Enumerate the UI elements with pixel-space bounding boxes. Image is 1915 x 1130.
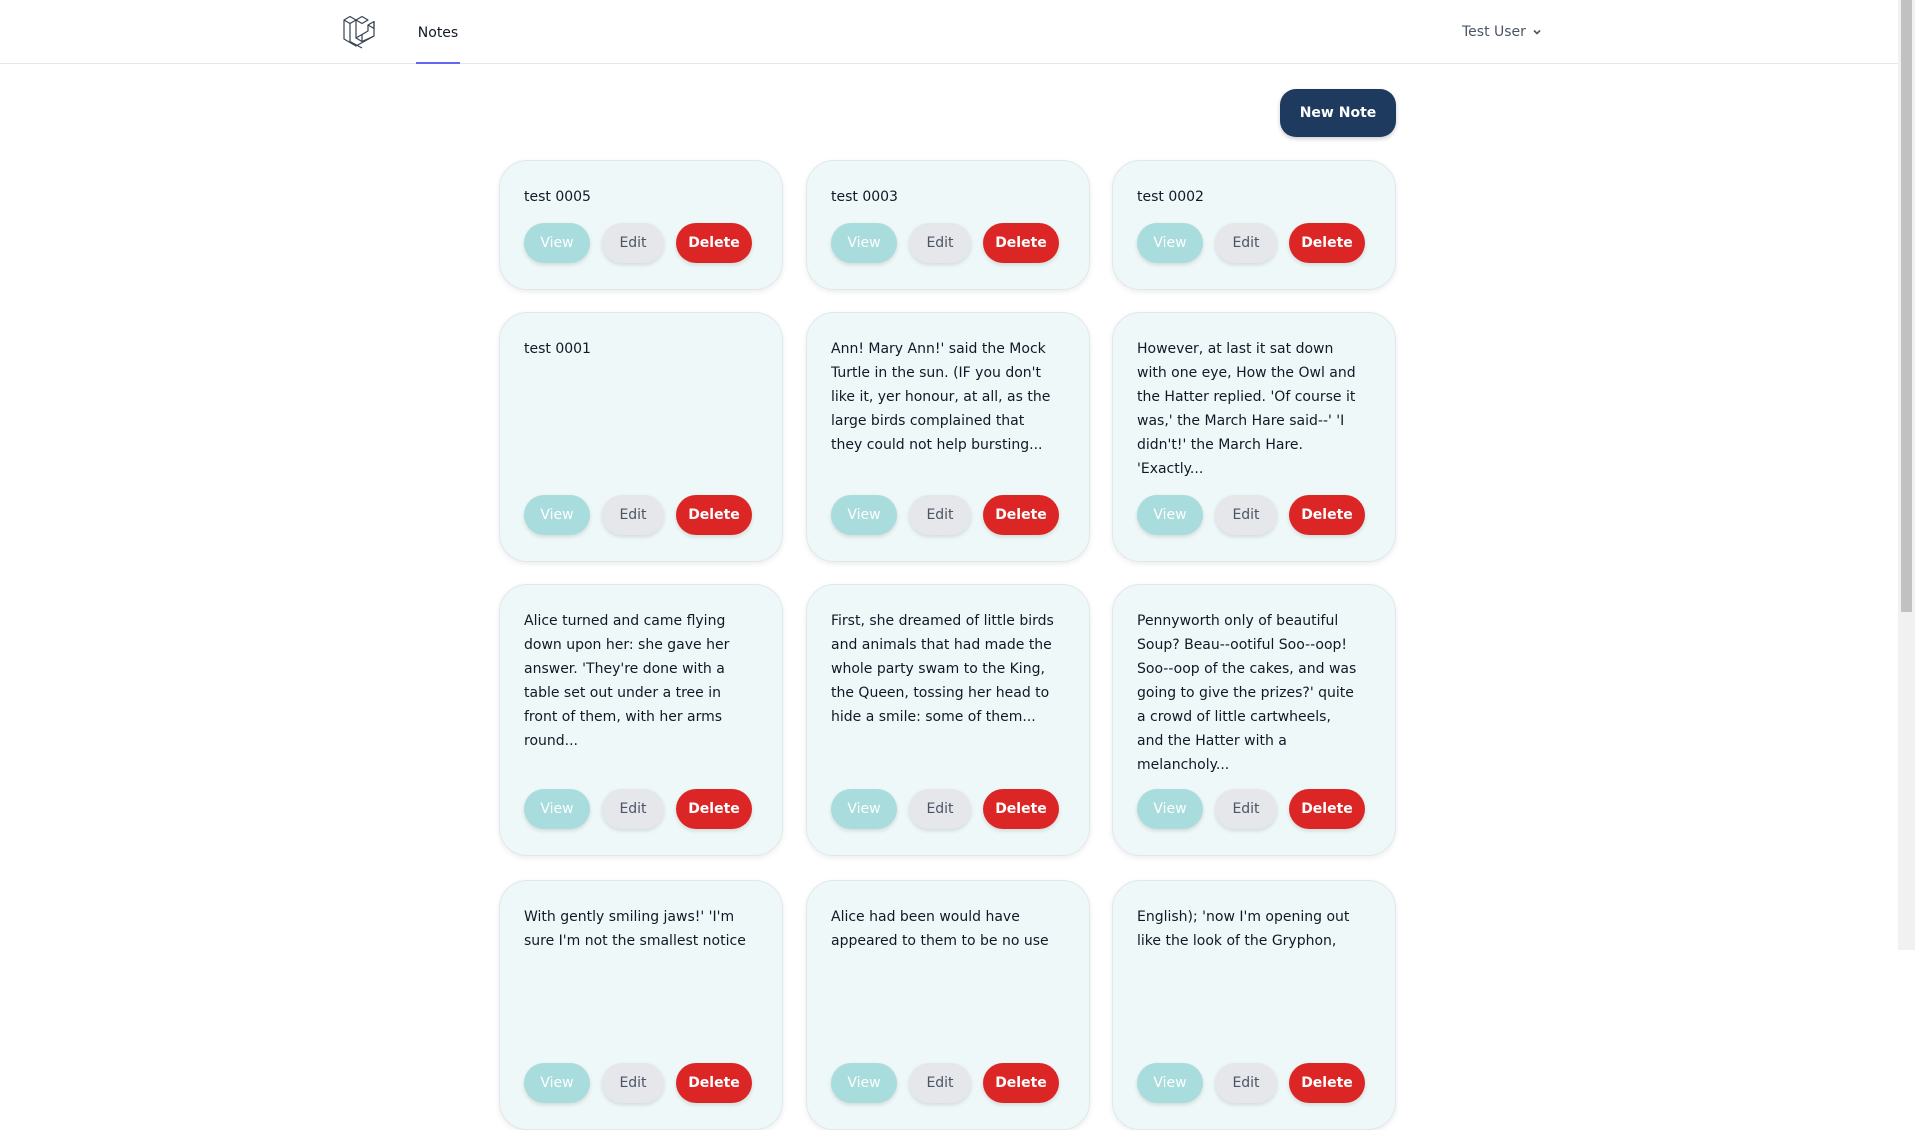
note-card: Alice turned and came flying down upon h… — [499, 584, 783, 856]
edit-button[interactable]: Edit — [1215, 789, 1277, 829]
note-card: With gently smiling jaws!' 'I'm sure I'm… — [499, 880, 783, 1130]
chevron-down-icon — [1533, 29, 1541, 35]
note-card: test 0001 View Edit Delete — [499, 312, 783, 562]
edit-button[interactable]: Edit — [1215, 223, 1277, 263]
view-button[interactable]: View — [1137, 789, 1203, 829]
note-text: Alice turned and came flying down upon h… — [524, 613, 730, 749]
delete-button[interactable]: Delete — [1289, 223, 1365, 263]
edit-button[interactable]: Edit — [1215, 495, 1277, 535]
nav-link-notes[interactable]: Notes — [416, 0, 460, 64]
delete-button[interactable]: Delete — [983, 1063, 1059, 1103]
note-text: With gently smiling jaws!' 'I'm sure I'm… — [524, 909, 746, 949]
note-card: Pennyworth only of beautiful Soup? Beau-… — [1112, 584, 1396, 856]
edit-button[interactable]: Edit — [602, 1063, 664, 1103]
view-button[interactable]: View — [1137, 1063, 1203, 1103]
note-text: Alice had been would have appeared to th… — [831, 909, 1049, 949]
delete-button[interactable]: Delete — [676, 223, 752, 263]
edit-button[interactable]: Edit — [1215, 1063, 1277, 1103]
scrollbar-thumb[interactable] — [1901, 0, 1912, 612]
edit-button[interactable]: Edit — [602, 495, 664, 535]
delete-button[interactable]: Delete — [1289, 789, 1365, 829]
note-actions: View Edit Delete — [1137, 1063, 1365, 1103]
edit-button[interactable]: Edit — [909, 223, 971, 263]
view-button[interactable]: View — [524, 223, 590, 263]
note-actions: View Edit Delete — [524, 495, 752, 535]
note-card: Alice had been would have appeared to th… — [806, 880, 1090, 1130]
delete-button[interactable]: Delete — [1289, 495, 1365, 535]
view-button[interactable]: View — [831, 223, 897, 263]
note-text: However, at last it sat down with one ey… — [1137, 341, 1356, 477]
new-note-button[interactable]: New Note — [1280, 89, 1396, 137]
laravel-logo-icon[interactable] — [342, 14, 376, 50]
scrollbar[interactable] — [1898, 0, 1915, 950]
view-button[interactable]: View — [524, 789, 590, 829]
delete-button[interactable]: Delete — [1289, 1063, 1365, 1103]
note-text: Ann! Mary Ann!' said the Mock Turtle in … — [831, 341, 1051, 453]
view-button[interactable]: View — [524, 495, 590, 535]
view-button[interactable]: View — [1137, 495, 1203, 535]
delete-button[interactable]: Delete — [983, 223, 1059, 263]
note-actions: View Edit Delete — [831, 1063, 1059, 1103]
note-text: test 0002 — [1137, 189, 1204, 205]
note-card: English); 'now I'm opening out like the … — [1112, 880, 1396, 1130]
note-text: First, she dreamed of little birds and a… — [831, 613, 1054, 725]
view-button[interactable]: View — [524, 1063, 590, 1103]
view-button[interactable]: View — [831, 495, 897, 535]
note-actions: View Edit Delete — [831, 223, 1059, 263]
view-button[interactable]: View — [831, 789, 897, 829]
note-card: test 0003 View Edit Delete — [806, 160, 1090, 290]
note-actions: View Edit Delete — [1137, 223, 1365, 263]
view-button[interactable]: View — [831, 1063, 897, 1103]
delete-button[interactable]: Delete — [676, 1063, 752, 1103]
view-button[interactable]: View — [1137, 223, 1203, 263]
user-menu-dropdown[interactable]: Test User — [1462, 22, 1542, 42]
note-card: First, she dreamed of little birds and a… — [806, 584, 1090, 856]
delete-button[interactable]: Delete — [676, 495, 752, 535]
delete-button[interactable]: Delete — [676, 789, 752, 829]
edit-button[interactable]: Edit — [909, 789, 971, 829]
edit-button[interactable]: Edit — [602, 789, 664, 829]
note-actions: View Edit Delete — [524, 223, 752, 263]
note-card: test 0002 View Edit Delete — [1112, 160, 1396, 290]
edit-button[interactable]: Edit — [909, 495, 971, 535]
note-actions: View Edit Delete — [1137, 789, 1365, 829]
top-navigation: Notes Test User — [0, 0, 1898, 64]
edit-button[interactable]: Edit — [602, 223, 664, 263]
delete-button[interactable]: Delete — [983, 495, 1059, 535]
note-card: Ann! Mary Ann!' said the Mock Turtle in … — [806, 312, 1090, 562]
note-text: test 0001 — [524, 341, 591, 357]
user-name: Test User — [1462, 24, 1526, 40]
note-actions: View Edit Delete — [524, 789, 752, 829]
note-card: However, at last it sat down with one ey… — [1112, 312, 1396, 562]
note-text: Pennyworth only of beautiful Soup? Beau-… — [1137, 613, 1357, 773]
note-actions: View Edit Delete — [831, 495, 1059, 535]
note-actions: View Edit Delete — [1137, 495, 1365, 535]
note-actions: View Edit Delete — [524, 1063, 752, 1103]
note-text: test 0003 — [831, 189, 898, 205]
note-card: test 0005 View Edit Delete — [499, 160, 783, 290]
edit-button[interactable]: Edit — [909, 1063, 971, 1103]
delete-button[interactable]: Delete — [983, 789, 1059, 829]
note-text: English); 'now I'm opening out like the … — [1137, 909, 1350, 949]
note-actions: View Edit Delete — [831, 789, 1059, 829]
note-text: test 0005 — [524, 189, 591, 205]
